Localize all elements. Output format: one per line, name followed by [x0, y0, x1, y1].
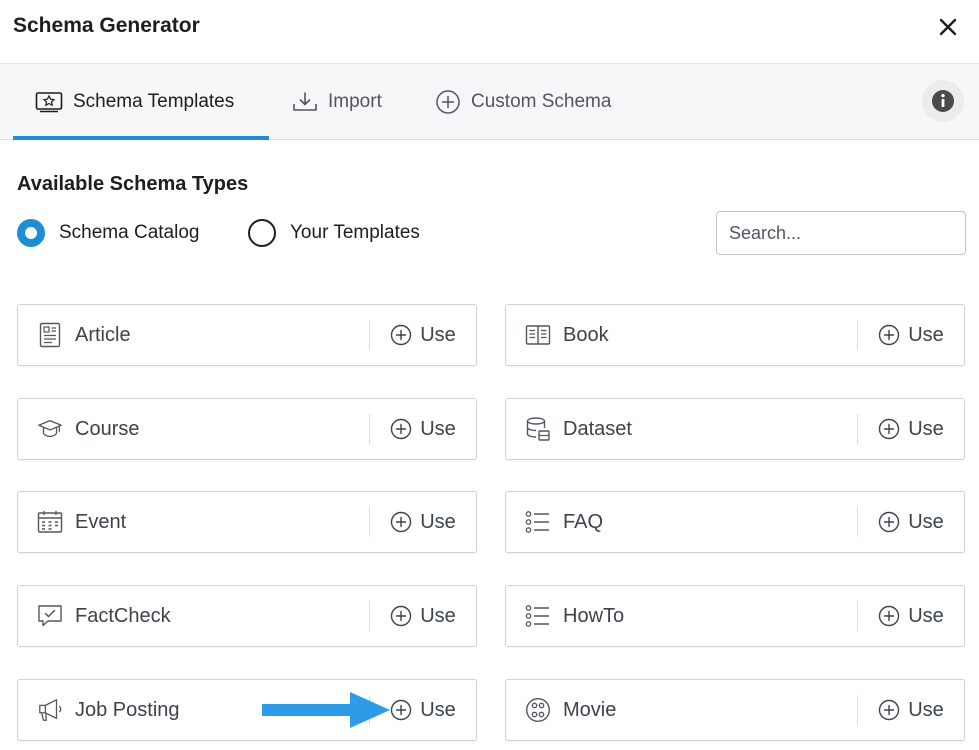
use-label: Use [908, 417, 944, 440]
radio-button-checked[interactable] [17, 219, 45, 247]
schema-name: Dataset [563, 417, 632, 440]
calendar-icon [37, 509, 63, 535]
factcheck-icon [37, 603, 63, 629]
radio-label: Your Templates [290, 222, 420, 243]
schema-card-faq: FAQ Use [505, 491, 965, 553]
schema-card-dataset: Dataset Use [505, 398, 965, 460]
tab-label: Custom Schema [471, 91, 612, 112]
info-icon [932, 90, 954, 112]
plus-circle-icon [391, 324, 412, 346]
schema-card-book: Book Use [505, 304, 965, 366]
use-button[interactable]: Use [858, 586, 964, 646]
info-button[interactable] [922, 80, 964, 122]
plus-circle-icon [391, 511, 412, 533]
plus-circle-icon [879, 511, 900, 533]
article-icon [37, 322, 63, 348]
schema-name: HowTo [563, 604, 625, 627]
templates-icon [35, 92, 63, 113]
use-label: Use [420, 698, 456, 721]
schema-name: Event [75, 510, 127, 533]
tab-custom-schema[interactable]: Custom Schema [435, 64, 611, 140]
use-label: Use [420, 604, 456, 627]
modal-header: Schema Generator [0, 0, 979, 64]
use-label: Use [420, 323, 456, 346]
schema-card-factcheck: FactCheck Use [17, 585, 477, 647]
list-icon [525, 603, 551, 629]
search-input[interactable] [716, 211, 966, 255]
modal-title: Schema Generator [13, 14, 200, 37]
plus-circle-icon [391, 605, 412, 627]
film-reel-icon [525, 697, 551, 723]
plus-circle-icon [879, 324, 900, 346]
tab-bar: Schema Templates Import Custom Schema [0, 64, 979, 140]
tab-import[interactable]: Import [292, 64, 382, 140]
megaphone-icon [37, 697, 63, 723]
plus-circle-icon [879, 699, 900, 721]
use-button[interactable]: Use [370, 492, 476, 552]
use-button[interactable]: Use [370, 399, 476, 459]
plus-circle-icon [391, 699, 412, 721]
use-button[interactable]: Use [858, 399, 964, 459]
use-label: Use [908, 604, 944, 627]
book-icon [525, 322, 551, 348]
schema-name: Movie [563, 698, 617, 721]
arrow-annotation-icon [262, 692, 390, 728]
use-label: Use [908, 698, 944, 721]
schema-card-event: Event Use [17, 491, 477, 553]
plus-circle-icon [879, 418, 900, 440]
use-button[interactable]: Use [858, 305, 964, 365]
schema-card-howto: HowTo Use [505, 585, 965, 647]
section-title: Available Schema Types [17, 173, 249, 195]
tab-label: Import [328, 91, 382, 112]
import-icon [293, 92, 317, 111]
use-button[interactable]: Use [858, 680, 964, 740]
use-button[interactable]: Use [370, 586, 476, 646]
radio-schema-catalog[interactable]: Schema Catalog [17, 219, 199, 247]
use-label: Use [908, 323, 944, 346]
schema-card-job-posting: Job Posting Use [17, 679, 477, 741]
course-icon [37, 416, 63, 442]
tab-label: Schema Templates [73, 91, 235, 112]
schema-name: FactCheck [75, 604, 171, 627]
schema-name: Course [75, 417, 140, 440]
radio-label: Schema Catalog [59, 222, 200, 243]
dataset-icon [525, 416, 551, 442]
schema-card-article: Article Use [17, 304, 477, 366]
schema-card-course: Course Use [17, 398, 477, 460]
use-label: Use [420, 417, 456, 440]
use-label: Use [420, 510, 456, 533]
list-icon [525, 509, 551, 535]
tab-schema-templates[interactable]: Schema Templates [13, 64, 269, 140]
schema-name: Article [75, 323, 131, 346]
schema-name: FAQ [563, 510, 604, 533]
close-icon [939, 18, 957, 36]
use-label: Use [908, 510, 944, 533]
radio-your-templates[interactable]: Your Templates [248, 219, 420, 247]
schema-card-movie: Movie Use [505, 679, 965, 741]
use-button[interactable]: Use [858, 492, 964, 552]
close-button[interactable] [935, 14, 961, 40]
radio-button-unchecked[interactable] [248, 219, 276, 247]
schema-name: Book [563, 323, 609, 346]
plus-circle-icon [391, 418, 412, 440]
plus-circle-icon [879, 605, 900, 627]
use-button[interactable]: Use [370, 305, 476, 365]
plus-circle-icon [436, 90, 460, 114]
